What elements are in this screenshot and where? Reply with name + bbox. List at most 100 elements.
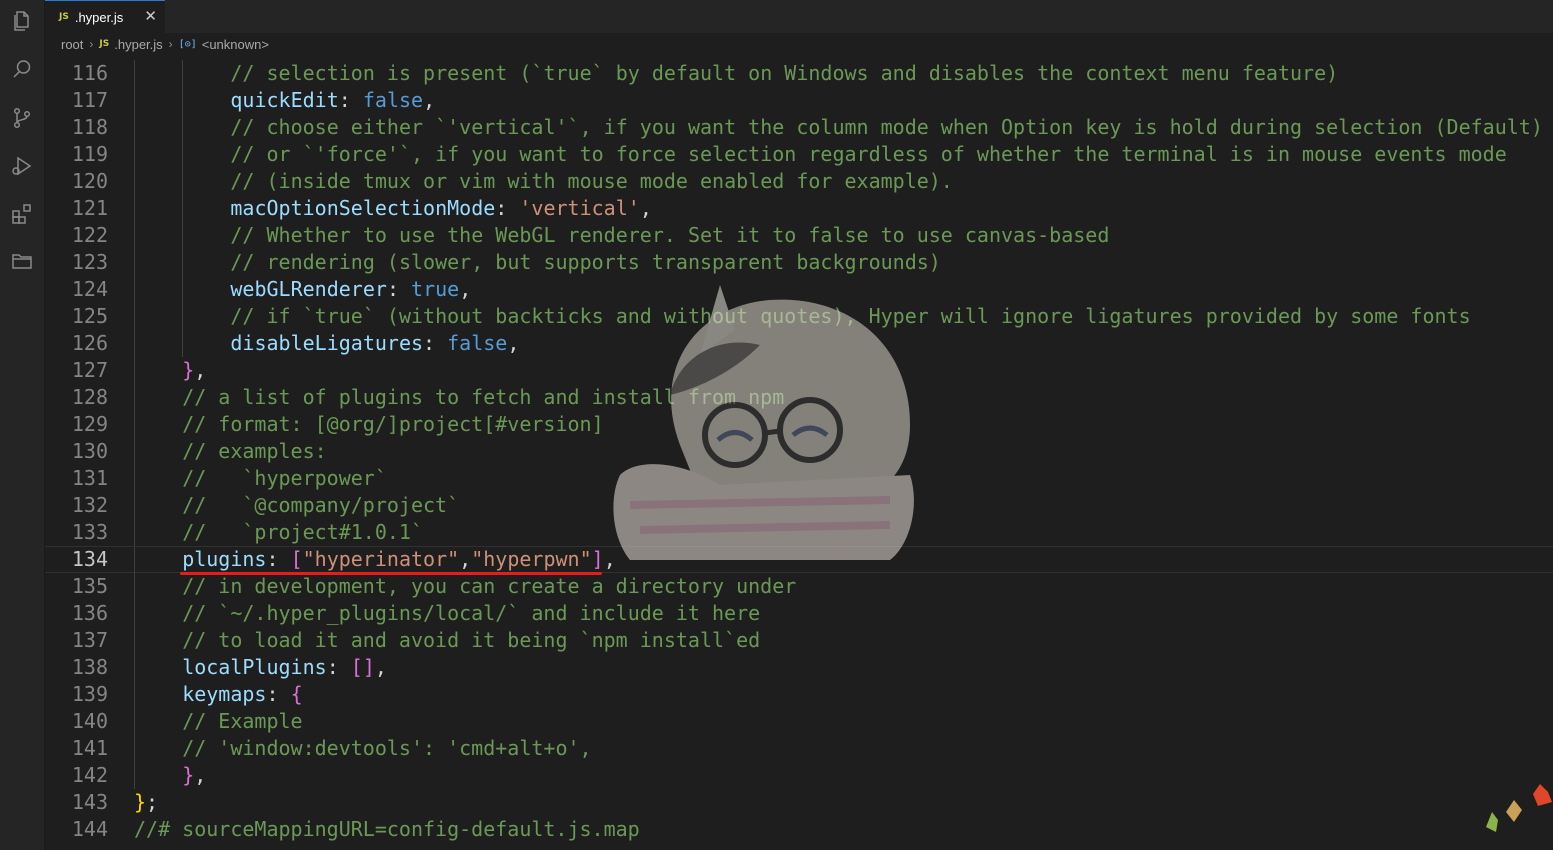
- token-prop: plugins: [182, 547, 267, 571]
- token-str: 'vertical': [519, 196, 640, 220]
- indent-guide: [134, 573, 135, 600]
- indent-guide: [182, 222, 184, 249]
- indent-guide: [134, 141, 135, 168]
- token-com: // if `true` (without backticks and with…: [230, 304, 1471, 328]
- code-line[interactable]: 126 disableLigatures: false,: [45, 330, 1553, 357]
- token-com: // format: [@org/]project[#version]: [182, 412, 604, 436]
- indent-guide: [134, 681, 135, 708]
- code-line[interactable]: 141 // 'window:devtools': 'cmd+alt+o',: [45, 735, 1553, 762]
- tab-hyper-js[interactable]: JS .hyper.js ✕: [45, 0, 165, 33]
- tab-label: .hyper.js: [74, 9, 124, 25]
- code-line[interactable]: 133 // `project#1.0.1`: [45, 519, 1553, 546]
- code-line[interactable]: 137 // to load it and avoid it being `npm…: [45, 627, 1553, 654]
- code-line[interactable]: 135 // in development, you can create a d…: [45, 573, 1553, 600]
- chevron-right-icon: ›: [89, 37, 94, 51]
- code-line[interactable]: 143};: [45, 789, 1553, 816]
- code-line[interactable]: 121 macOptionSelectionMode: 'vertical',: [45, 195, 1553, 222]
- indent-guide: [134, 249, 135, 276]
- indent-guide: [134, 519, 135, 546]
- code-editor[interactable]: 116 // selection is present (`true` by de…: [45, 55, 1553, 850]
- code-text: webGLRenderer: true,: [230, 276, 471, 303]
- token-com: // `@company/project`: [182, 493, 460, 517]
- code-line[interactable]: 140 // Example: [45, 708, 1553, 735]
- token-bool: false: [447, 331, 508, 355]
- code-line[interactable]: 144 //# sourceMappingURL=config-default.j…: [45, 816, 1553, 843]
- code-text: // 'window:devtools': 'cmd+alt+o',: [182, 735, 591, 762]
- code-line[interactable]: 118 // choose either `'vertical'`, if you…: [45, 114, 1553, 141]
- code-line[interactable]: 128 // a list of plugins to fetch and ins…: [45, 384, 1553, 411]
- indent-guide: [134, 654, 135, 681]
- code-line[interactable]: 130 // examples:: [45, 438, 1553, 465]
- code-line[interactable]: 123 // rendering (slower, but supports tr…: [45, 249, 1553, 276]
- line-number: 127: [71, 358, 108, 382]
- code-line[interactable]: 131 // `hyperpower`: [45, 465, 1553, 492]
- token-br1: {: [290, 682, 303, 706]
- code-text: // `project#1.0.1`: [182, 519, 423, 546]
- code-line[interactable]: 139 keymaps: {: [45, 681, 1553, 708]
- code-line[interactable]: 138 localPlugins: [],: [45, 654, 1553, 681]
- code-text: // rendering (slower, but supports trans…: [230, 249, 940, 276]
- breadcrumb-root[interactable]: root: [61, 37, 83, 52]
- run-debug-icon[interactable]: [7, 151, 37, 181]
- code-text: // a list of plugins to fetch and instal…: [182, 384, 784, 411]
- indent-guide: [134, 547, 135, 574]
- indent-guide: [134, 735, 135, 762]
- source-control-icon[interactable]: [7, 103, 37, 133]
- code-line[interactable]: 122 // Whether to use the WebGL renderer.…: [45, 222, 1553, 249]
- indent-guide: [134, 168, 135, 195]
- chevron-right-icon: ›: [168, 37, 173, 51]
- indent-guide: [134, 222, 135, 249]
- token-punc: ,: [459, 547, 472, 571]
- code-line[interactable]: 127},: [45, 357, 1553, 384]
- token-br1: [: [290, 547, 303, 571]
- code-line[interactable]: 142},: [45, 762, 1553, 789]
- line-number: 118: [71, 115, 108, 139]
- indent-guide: [182, 60, 184, 87]
- token-prop: macOptionSelectionMode: [230, 196, 496, 220]
- breadcrumb-symbol[interactable]: <unknown>: [202, 37, 269, 52]
- code-text: // Whether to use the WebGL renderer. Se…: [230, 222, 1109, 249]
- code-line[interactable]: 134 plugins: ["hyperinator","hyperpwn"],: [45, 546, 1553, 574]
- red-underline-annotation: [180, 572, 602, 575]
- token-punc: :: [495, 196, 520, 220]
- code-line[interactable]: 117 quickEdit: false,: [45, 87, 1553, 114]
- code-text: //# sourceMappingURL=config-default.js.m…: [134, 816, 640, 843]
- line-number: 130: [71, 439, 108, 463]
- indent-guide: [182, 249, 184, 276]
- line-number: 138: [71, 655, 108, 679]
- indent-guide: [182, 141, 184, 168]
- search-icon[interactable]: [7, 54, 37, 84]
- code-line[interactable]: 129 // format: [@org/]project[#version]: [45, 411, 1553, 438]
- code-text: // (inside tmux or vim with mouse mode e…: [230, 168, 952, 195]
- indent-guide: [134, 708, 135, 735]
- code-text: },: [182, 357, 206, 384]
- code-line[interactable]: 132 // `@company/project`: [45, 492, 1553, 519]
- close-icon[interactable]: ✕: [144, 8, 157, 25]
- code-text: // choose either `'vertical'`, if you wa…: [230, 114, 1542, 141]
- breadcrumb-file[interactable]: .hyper.js: [114, 37, 162, 52]
- token-punc: ,: [194, 763, 207, 787]
- code-line[interactable]: 136 // `~/.hyper_plugins/local/` and incl…: [45, 600, 1553, 627]
- folder-icon[interactable]: [7, 246, 37, 276]
- indent-guide: [134, 114, 135, 141]
- code-line[interactable]: 124 webGLRenderer: true,: [45, 276, 1553, 303]
- code-line[interactable]: 125 // if `true` (without backticks and w…: [45, 303, 1553, 330]
- line-number: 129: [71, 412, 108, 436]
- extensions-icon[interactable]: [7, 199, 37, 229]
- token-bool: false: [362, 88, 424, 112]
- token-com: // in development, you can create a dire…: [182, 574, 797, 598]
- line-number: 128: [71, 385, 108, 409]
- code-line[interactable]: 119 // or `'force'`, if you want to force…: [45, 141, 1553, 168]
- line-number: 119: [71, 142, 108, 166]
- code-text: // format: [@org/]project[#version]: [182, 411, 603, 438]
- line-number: 134: [71, 547, 108, 571]
- token-com: // rendering (slower, but supports trans…: [230, 250, 941, 274]
- indent-guide: [134, 465, 135, 492]
- code-line[interactable]: 116 // selection is present (`true` by de…: [45, 60, 1553, 87]
- token-punc: ,: [603, 547, 616, 571]
- token-com: // `project#1.0.1`: [182, 520, 424, 544]
- explorer-icon[interactable]: [7, 6, 37, 36]
- line-number: 116: [71, 61, 108, 85]
- line-number: 139: [71, 682, 108, 706]
- code-line[interactable]: 120 // (inside tmux or vim with mouse mod…: [45, 168, 1553, 195]
